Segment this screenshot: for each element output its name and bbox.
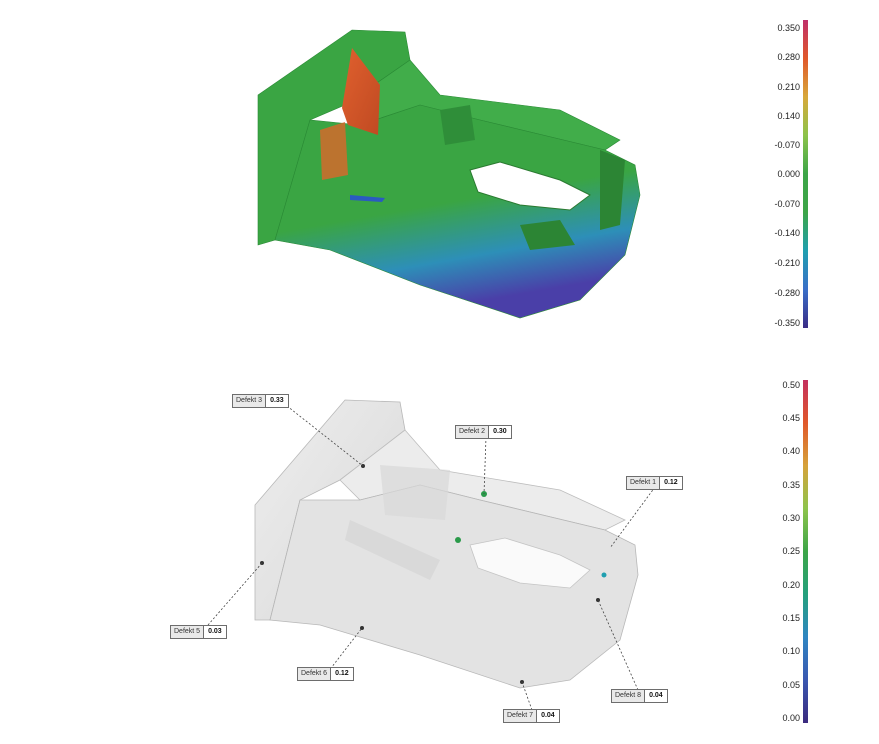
porosity-tick: 0.30 <box>782 513 800 523</box>
deviation-tick: 0.350 <box>777 23 800 33</box>
porosity-tick: 0.15 <box>782 613 800 623</box>
defect-label: Defekt 2 <box>459 428 486 435</box>
porosity-tick: 0.40 <box>782 446 800 456</box>
part-hotspot-orange <box>320 122 348 180</box>
part-pocket-1 <box>440 105 475 145</box>
defect-label: Defekt 3 <box>236 397 263 404</box>
deviation-tick: -0.210 <box>774 258 800 268</box>
deviation-tick: -0.070 <box>774 199 800 209</box>
defect-label: Defekt 8 <box>615 692 642 699</box>
defect-callout-8[interactable]: Defekt 8 0.04 <box>611 689 668 703</box>
porosity-tick: 0.10 <box>782 646 800 656</box>
deviation-tick: -0.070 <box>774 140 800 150</box>
deviation-model <box>257 29 641 319</box>
porosity-tick: 0.50 <box>782 380 800 390</box>
deviation-tick: -0.280 <box>774 288 800 298</box>
part-views <box>207 29 656 711</box>
ghost-rib <box>380 465 450 520</box>
defect-callout-7[interactable]: Defekt 7 0.04 <box>503 709 560 723</box>
defect-value: 0.04 <box>536 710 559 722</box>
defect-label: Defekt 1 <box>630 479 657 486</box>
porosity-model <box>254 399 639 689</box>
defect-callout-2[interactable]: Defekt 2 0.30 <box>455 425 512 439</box>
defect-label: Defekt 7 <box>507 712 534 719</box>
porosity-tick: 0.25 <box>782 546 800 556</box>
defect-value: 0.33 <box>265 395 288 407</box>
deviation-tick: 0.000 <box>777 169 800 179</box>
defect-callout-3[interactable]: Defekt 3 0.33 <box>232 394 289 408</box>
deviation-tick: 0.140 <box>777 111 800 121</box>
defect-marker <box>596 598 600 602</box>
deviation-tick: -0.350 <box>774 318 800 328</box>
deviation-tick: 0.210 <box>777 82 800 92</box>
deviation-tick: 0.280 <box>777 52 800 62</box>
defect-value: 0.04 <box>644 690 667 702</box>
porosity-tick: 0.00 <box>782 713 800 723</box>
porosity-scale-bar <box>803 380 808 723</box>
defect-value: 0.12 <box>330 668 353 680</box>
defect-callout-6[interactable]: Defekt 6 0.12 <box>297 667 354 681</box>
defect-marker <box>455 537 461 543</box>
deviation-tick: -0.140 <box>774 228 800 238</box>
porosity-tick: 0.35 <box>782 480 800 490</box>
porosity-tick: 0.05 <box>782 680 800 690</box>
defect-value: 0.30 <box>488 426 511 438</box>
deviation-scale-bar <box>803 20 808 328</box>
defect-callout-1[interactable]: Defekt 1 0.12 <box>626 476 683 490</box>
defect-callout-5[interactable]: Defekt 5 0.03 <box>170 625 227 639</box>
porosity-tick: 0.20 <box>782 580 800 590</box>
defect-label: Defekt 6 <box>301 670 328 677</box>
porosity-tick: 0.45 <box>782 413 800 423</box>
defect-value: 0.03 <box>203 626 226 638</box>
defect-value: 0.12 <box>659 477 682 489</box>
defect-label: Defekt 5 <box>174 628 201 635</box>
defect-marker <box>601 572 607 578</box>
